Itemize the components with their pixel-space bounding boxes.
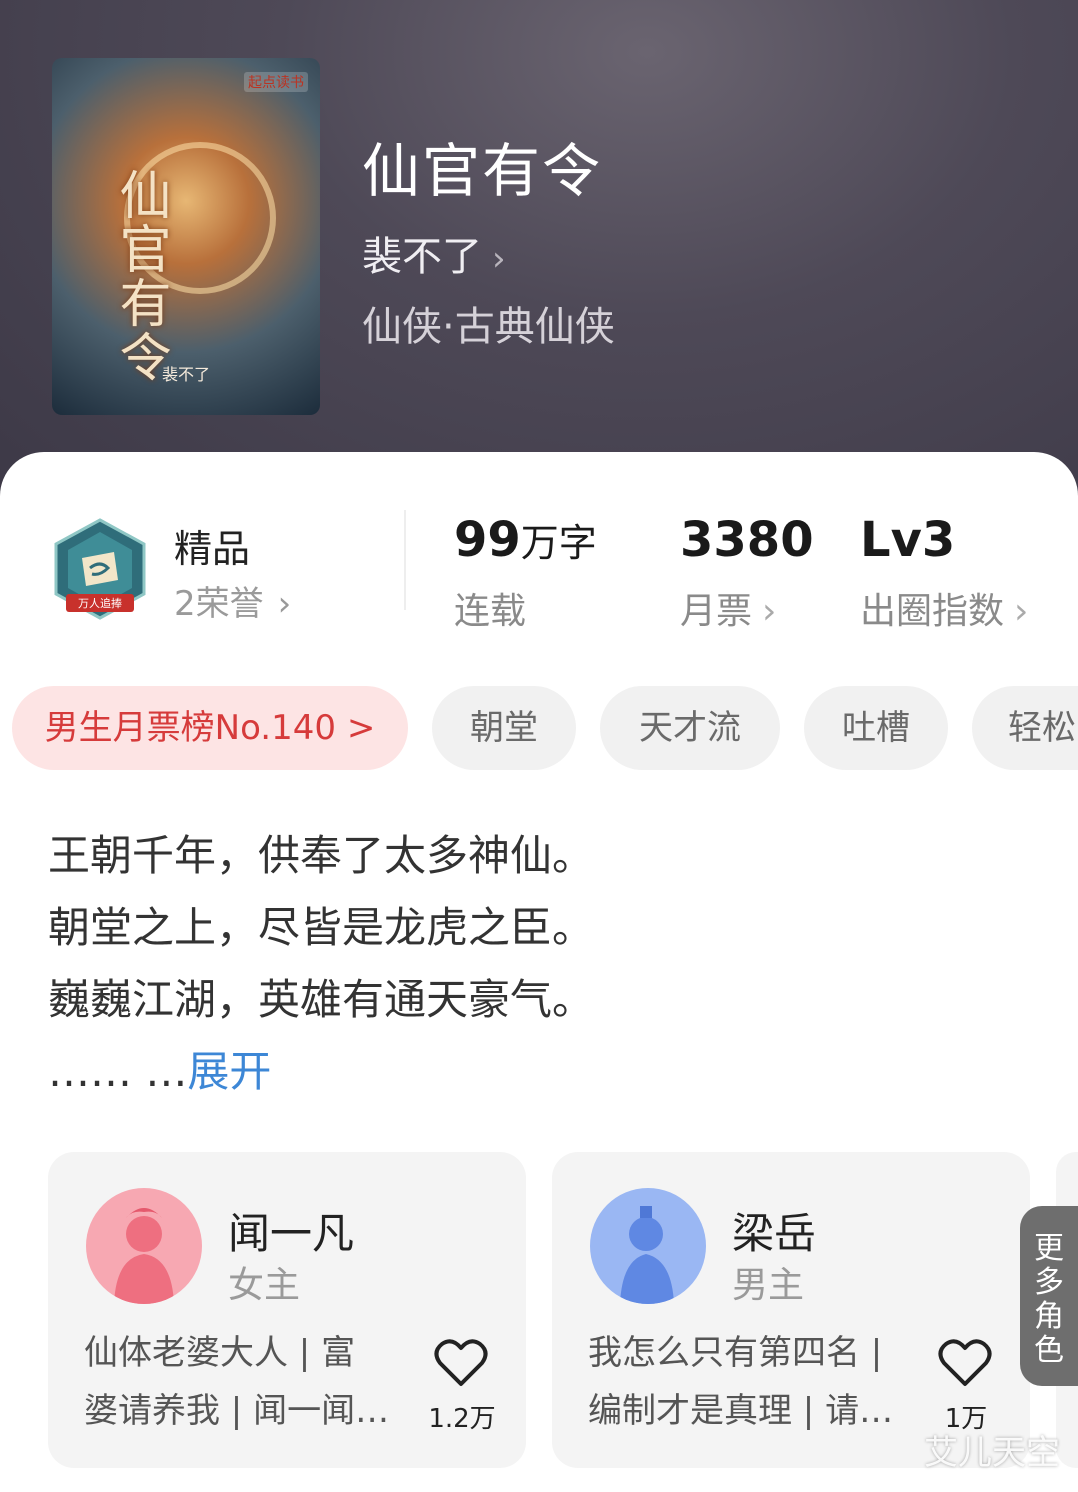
intro-line: 朝堂之上，尽皆是龙虎之臣。 bbox=[48, 903, 595, 952]
tag-chip[interactable]: 天才流 bbox=[600, 686, 780, 770]
book-cover[interactable]: 起点读书 仙官有令 裴不了 bbox=[52, 58, 320, 415]
avatar bbox=[86, 1188, 202, 1304]
more-roles-button[interactable]: 更多角色 bbox=[1020, 1206, 1078, 1386]
popularity-index-link[interactable]: 出圈指数 › bbox=[860, 582, 1028, 634]
cover-author: 裴不了 bbox=[161, 365, 210, 384]
intro-ellipsis: …… … bbox=[48, 1047, 188, 1096]
character-card[interactable]: 梁岳 男主 我怎么只有第四名 | 编制才是真理 | 请… 1万 bbox=[552, 1152, 1030, 1468]
author-name: 裴不了 bbox=[362, 234, 482, 280]
book-header: 起点读书 仙官有令 裴不了 仙官有令 裴不了 › 仙侠·古典仙侠 bbox=[0, 0, 1078, 520]
character-tags: 仙体老婆大人 | 富 婆请养我 | 闻一闻… bbox=[84, 1333, 390, 1431]
monthly-ticket-count: 3380 bbox=[680, 512, 814, 568]
intro-line: 王朝千年，供奉了太多神仙。 bbox=[48, 831, 595, 880]
honor-count: 2荣誉 bbox=[174, 584, 264, 624]
expand-link[interactable]: 展开 bbox=[187, 1047, 271, 1096]
character-role: 男主 bbox=[732, 1265, 805, 1306]
honor-level: 精品 bbox=[174, 527, 251, 571]
cover-title: 仙官有令 bbox=[110, 168, 170, 384]
heart-icon[interactable] bbox=[434, 1338, 488, 1388]
tag-chip[interactable]: 轻松 bbox=[972, 686, 1078, 770]
rank-chip[interactable]: 男生月票榜No.140 > bbox=[12, 686, 408, 770]
character-role: 女主 bbox=[228, 1265, 301, 1306]
character-name: 梁岳 bbox=[732, 1209, 817, 1258]
honor-count-link[interactable]: 2荣誉 › bbox=[174, 576, 291, 625]
tag-chip[interactable]: 吐槽 bbox=[804, 686, 948, 770]
author-link[interactable]: 裴不了 › bbox=[362, 224, 506, 282]
like-count: 1.2万 bbox=[428, 1404, 496, 1434]
book-intro: 王朝千年，供奉了太多神仙。 朝堂之上，尽皆是龙虎之臣。 巍巍江湖，英雄有通天豪气… bbox=[48, 820, 594, 1108]
divider bbox=[404, 510, 406, 610]
book-title: 仙官有令 bbox=[362, 137, 603, 205]
watermark: 艾儿天空 bbox=[924, 1433, 1060, 1473]
character-tags: 我怎么只有第四名 | 编制才是真理 | 请… bbox=[588, 1333, 894, 1431]
badge-text: 万人追捧 bbox=[78, 596, 122, 610]
tag-chip[interactable]: 朝堂 bbox=[432, 686, 576, 770]
character-card[interactable]: 闻一凡 女主 仙体老婆大人 | 富 婆请养我 | 闻一闻… 1.2万 bbox=[48, 1152, 526, 1468]
honor-badge-icon[interactable]: 万人追捧 bbox=[52, 518, 148, 622]
popularity-level: Lv3 bbox=[860, 512, 956, 568]
chevron-right-icon: › bbox=[1014, 591, 1029, 632]
intro-line: 巍巍江湖，英雄有通天豪气。 bbox=[48, 975, 595, 1024]
word-count: 99万字 bbox=[454, 512, 597, 568]
book-genre: 仙侠·古典仙侠 bbox=[362, 304, 615, 350]
monthly-ticket-link[interactable]: 月票 › bbox=[680, 582, 776, 634]
cover-publisher: 起点读书 bbox=[244, 72, 308, 92]
heart-icon[interactable] bbox=[938, 1338, 992, 1388]
serial-status: 连载 bbox=[454, 591, 527, 632]
chevron-right-icon: › bbox=[762, 591, 777, 632]
chevron-right-icon: › bbox=[277, 584, 292, 624]
avatar bbox=[590, 1188, 706, 1304]
chevron-right-icon: › bbox=[492, 239, 506, 279]
character-name: 闻一凡 bbox=[228, 1209, 355, 1258]
